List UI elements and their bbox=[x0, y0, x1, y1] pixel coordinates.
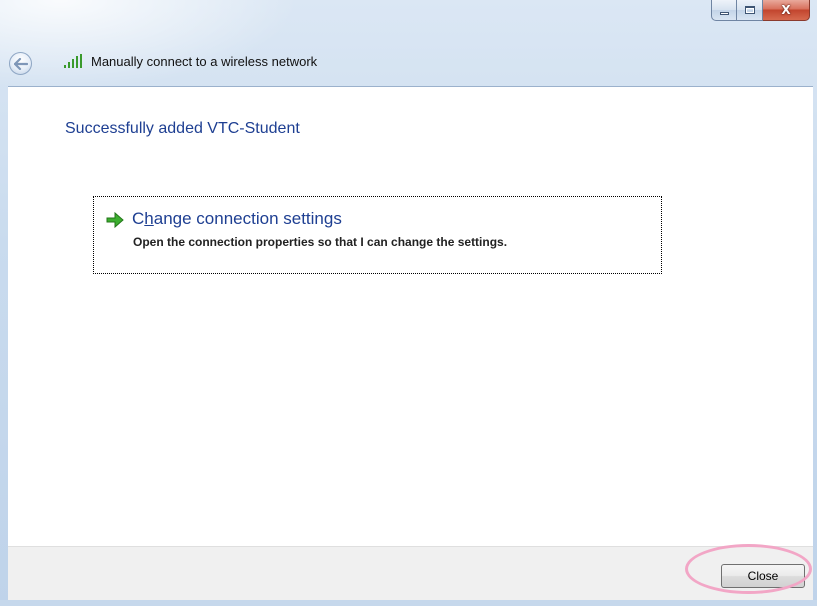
back-button[interactable] bbox=[9, 52, 32, 75]
green-arrow-icon bbox=[106, 212, 124, 228]
footer-bar: Close bbox=[8, 546, 813, 600]
option-title-rest: ange connection settings bbox=[153, 209, 342, 228]
minimize-button[interactable] bbox=[711, 0, 737, 21]
option-title: Change connection settings bbox=[132, 209, 342, 229]
maximize-icon bbox=[744, 6, 755, 14]
caption-buttons: X bbox=[711, 0, 810, 22]
change-connection-settings-option[interactable]: Change connection settings Open the conn… bbox=[93, 196, 662, 274]
maximize-button[interactable] bbox=[737, 0, 763, 21]
option-description: Open the connection properties so that I… bbox=[133, 235, 508, 249]
window-close-button[interactable]: X bbox=[763, 0, 810, 21]
minimize-icon bbox=[719, 12, 729, 15]
window-title: Manually connect to a wireless network bbox=[91, 54, 318, 69]
back-arrow-icon bbox=[13, 57, 28, 70]
option-title-start: C bbox=[132, 209, 145, 228]
wireless-signal-icon bbox=[64, 54, 82, 68]
page-heading: Successfully added VTC-Student bbox=[65, 120, 300, 137]
close-button[interactable]: Close bbox=[721, 564, 805, 588]
content-area: Successfully added VTC-Student Change co… bbox=[8, 86, 813, 547]
close-icon: X bbox=[781, 3, 791, 17]
option-title-accesskey: h bbox=[144, 209, 154, 228]
window-bottom-edge bbox=[0, 600, 817, 606]
